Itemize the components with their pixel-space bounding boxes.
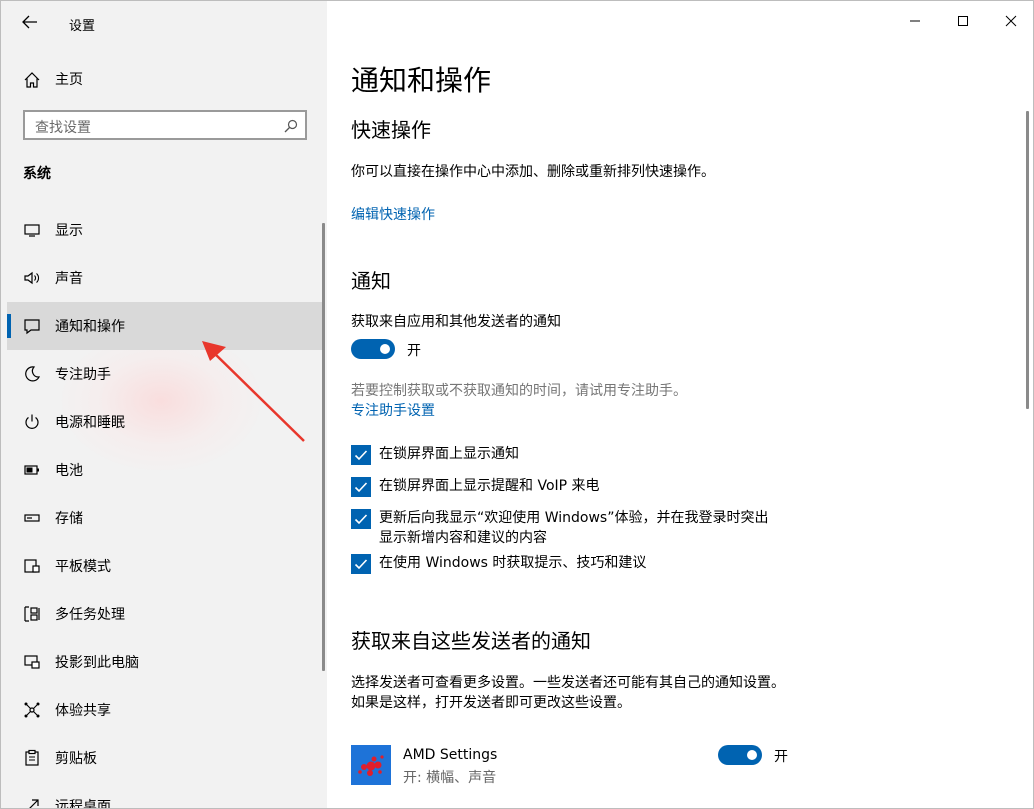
notifications-heading: 通知 — [351, 269, 391, 293]
checkbox-label: 在使用 Windows 时获取提示、技巧和建议 — [379, 555, 647, 571]
sidebar-item-label: 主页 — [55, 72, 83, 88]
sidebar-item-label: 专注助手 — [55, 367, 111, 383]
project-icon — [24, 655, 40, 669]
checkbox[interactable] — [351, 554, 371, 574]
power-icon — [25, 414, 39, 429]
amd-settings-name[interactable]: AMD Settings — [403, 747, 497, 763]
checkmark-icon — [354, 450, 368, 461]
notifications-toggle[interactable] — [351, 339, 395, 359]
sidebar-item-label: 电源和睡眠 — [55, 415, 125, 431]
minimize-button[interactable] — [891, 1, 939, 41]
main-content: 通知和操作 快速操作 你可以直接在操作中心中添加、删除或重新排列快速操作。 编辑… — [327, 1, 1033, 808]
sidebar-item-project[interactable]: 投影到此电脑 — [7, 638, 325, 686]
quick-actions-heading: 快速操作 — [351, 118, 431, 142]
back-arrow-icon — [22, 15, 37, 29]
sidebar-item-label: 投影到此电脑 — [55, 655, 139, 671]
sidebar-item-shared-experiences[interactable]: 体验共享 — [7, 686, 325, 734]
close-icon — [1005, 15, 1017, 27]
active-indicator — [7, 314, 11, 338]
sidebar-item-multitasking[interactable]: 多任务处理 — [7, 590, 325, 638]
maximize-icon — [958, 16, 968, 26]
minimize-icon — [910, 20, 920, 22]
sidebar-item-label: 存储 — [55, 511, 83, 527]
focus-assist-settings-link[interactable]: 专注助手设置 — [351, 400, 435, 420]
remote-icon — [29, 799, 39, 808]
toggle-knob — [747, 750, 757, 760]
share-icon — [24, 702, 40, 718]
sidebar-item-label: 声音 — [55, 271, 83, 287]
multitask-icon — [24, 606, 40, 622]
tablet-icon — [24, 559, 40, 573]
home-icon — [24, 72, 40, 88]
sidebar-item-label: 远程桌面 — [55, 799, 111, 809]
page-title: 通知和操作 — [351, 64, 492, 97]
content-scrollbar[interactable] — [1026, 111, 1029, 409]
checkmark-icon — [354, 559, 368, 570]
checkmark-icon — [354, 482, 368, 493]
senders-description-line1: 选择发送者可查看更多设置。一些发送者还可能有其自己的通知设置。 — [351, 675, 785, 691]
sidebar-item-display[interactable]: 显示 — [7, 206, 325, 254]
sidebar-item-sound[interactable]: 声音 — [7, 254, 325, 302]
amd-settings-app-icon — [351, 745, 391, 785]
checkbox[interactable] — [351, 477, 371, 497]
checkbox[interactable] — [351, 509, 371, 529]
sidebar-item-clipboard[interactable]: 剪贴板 — [7, 734, 325, 782]
quick-actions-description: 你可以直接在操作中心中添加、删除或重新排列快速操作。 — [351, 164, 715, 180]
senders-heading: 获取来自这些发送者的通知 — [351, 629, 591, 653]
checkbox[interactable] — [351, 445, 371, 465]
battery-icon — [24, 465, 39, 475]
search-icon — [284, 119, 298, 133]
window-controls — [891, 1, 1033, 41]
sidebar-item-label: 多任务处理 — [55, 607, 125, 623]
settings-window: 设置 主页 查找设置 系统 显示 声音 通知和操作 专注助手 电源和睡眠 电池 … — [0, 0, 1034, 809]
toggle-knob — [380, 344, 390, 354]
checkbox-label-line2: 显示新增内容和建议的内容 — [379, 530, 547, 546]
sidebar-item-label: 通知和操作 — [55, 319, 125, 335]
display-icon — [24, 224, 40, 237]
checkbox-label: 在锁屏界面上显示通知 — [379, 446, 519, 462]
checkmark-icon — [354, 514, 368, 525]
titlebar-left: 设置 — [1, 5, 327, 39]
sidebar-item-storage[interactable]: 存储 — [7, 494, 325, 542]
sidebar-item-label: 剪贴板 — [55, 751, 97, 767]
storage-icon — [24, 514, 40, 522]
moon-icon — [25, 366, 41, 382]
get-notifications-label: 获取来自应用和其他发送者的通知 — [351, 314, 561, 330]
edit-quick-actions-link[interactable]: 编辑快速操作 — [351, 204, 435, 224]
sidebar-item-home[interactable]: 主页 — [1, 63, 327, 95]
sidebar-item-label: 体验共享 — [55, 703, 111, 719]
amd-settings-toggle[interactable] — [718, 745, 762, 765]
sidebar-item-battery[interactable]: 电池 — [7, 446, 325, 494]
notification-icon — [24, 319, 40, 335]
amd-settings-toggle-state: 开 — [774, 749, 788, 765]
amd-settings-status: 开: 横幅、声音 — [403, 770, 497, 786]
focus-assist-hint: 若要控制获取或不获取通知的时间，请试用专注助手。 — [351, 383, 687, 399]
sidebar-item-label: 显示 — [55, 223, 83, 239]
sidebar-item-tablet-mode[interactable]: 平板模式 — [7, 542, 325, 590]
senders-description-line2: 如果是这样，打开发送者即可更改这些设置。 — [351, 695, 631, 711]
speaker-icon — [24, 271, 39, 285]
search-placeholder: 查找设置 — [35, 120, 91, 136]
sidebar-scrollbar[interactable] — [322, 223, 325, 671]
sidebar-section-title: 系统 — [23, 166, 51, 182]
sidebar-item-label: 电池 — [55, 463, 83, 479]
close-button[interactable] — [987, 1, 1033, 41]
app-title: 设置 — [69, 19, 96, 34]
annotation-arrow-icon — [202, 341, 305, 442]
checkbox-label: 更新后向我显示“欢迎使用 Windows”体验，并在我登录时突出 — [379, 510, 769, 526]
clipboard-icon — [25, 749, 39, 766]
sidebar-item-label: 平板模式 — [55, 559, 111, 575]
amd-logo-icon — [358, 755, 384, 776]
search-input[interactable]: 查找设置 — [23, 110, 307, 140]
back-button[interactable] — [19, 11, 41, 33]
sidebar-item-remote-desktop[interactable]: 远程桌面 — [7, 782, 325, 809]
maximize-button[interactable] — [939, 1, 987, 41]
checkbox-label: 在锁屏界面上显示提醒和 VoIP 来电 — [379, 478, 600, 494]
notifications-toggle-state: 开 — [407, 343, 421, 359]
